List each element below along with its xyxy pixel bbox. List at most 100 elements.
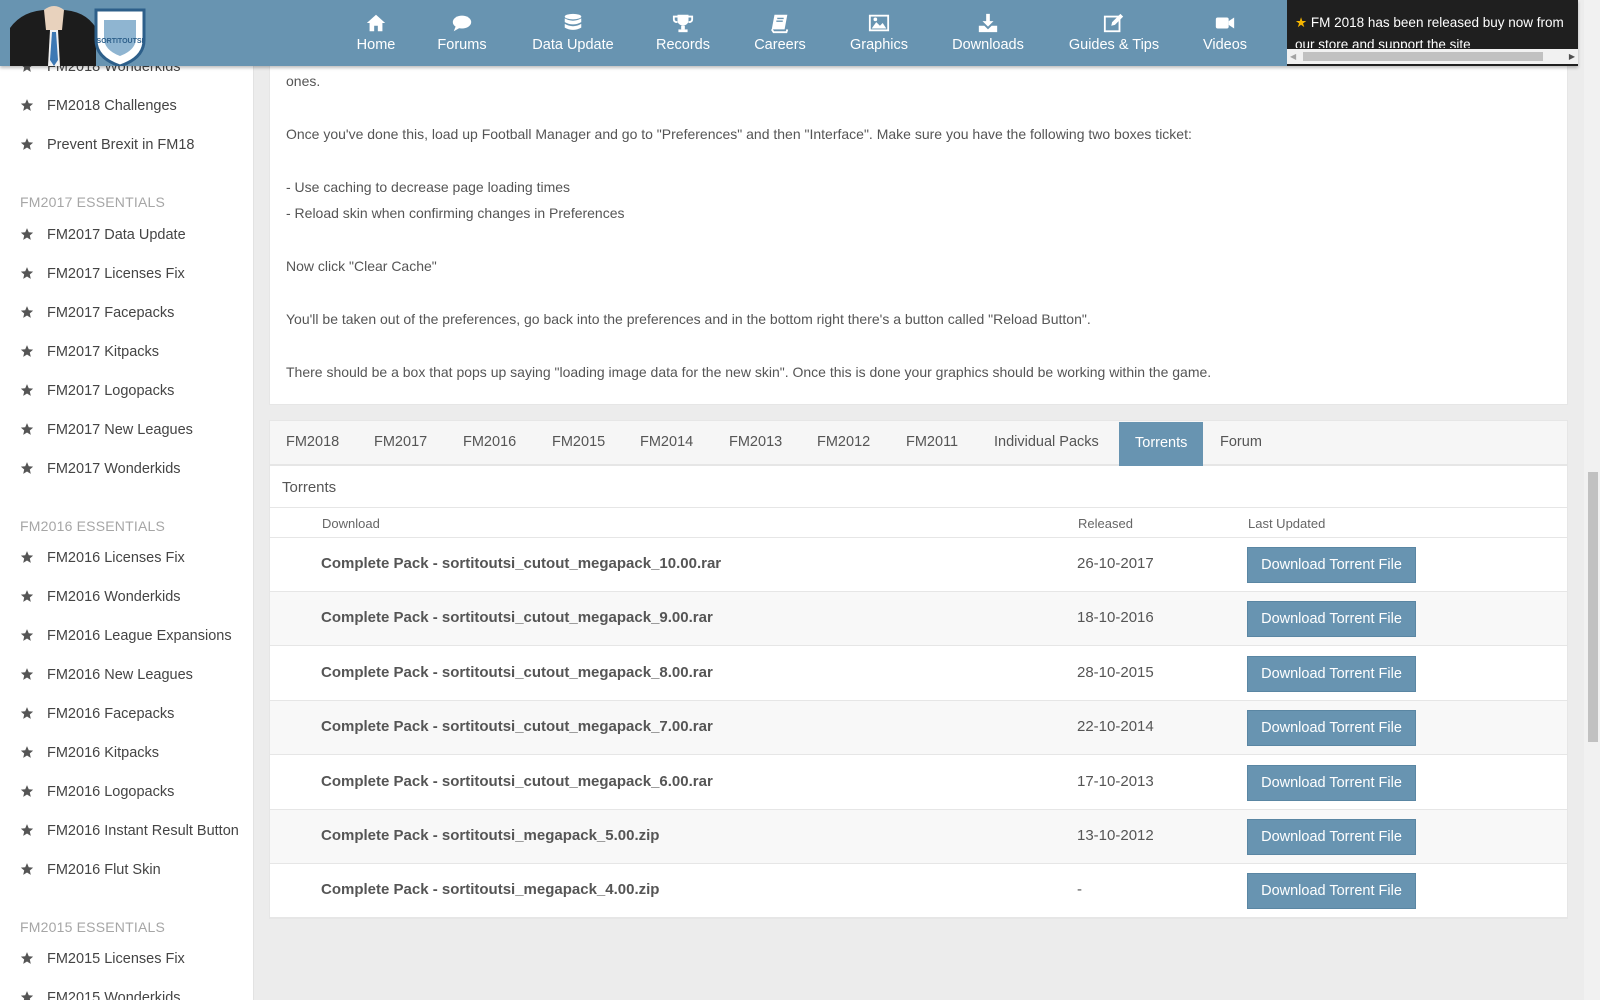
video-camera-icon [1215, 17, 1235, 29]
scrollbar-thumb[interactable] [1303, 52, 1543, 61]
sidebar-item-label: FM2016 Flut Skin [47, 862, 161, 878]
download-torrent-button[interactable]: Download Torrent File [1247, 601, 1416, 638]
star-icon [20, 228, 34, 240]
sidebar-item-fm2018-challenges[interactable]: FM2018 Challenges [0, 87, 253, 125]
star-icon [20, 267, 34, 279]
sidebar-item-label: FM2016 League Expansions [47, 628, 232, 644]
column-header-released: Released [1078, 516, 1133, 531]
sidebar-item-prevent-brexit[interactable]: Prevent Brexit in FM18 [0, 126, 253, 164]
comments-icon [452, 15, 472, 32]
sidebar-item[interactable]: FM2016 League Expansions [0, 617, 253, 655]
download-torrent-button[interactable]: Download Torrent File [1247, 764, 1416, 801]
table-row: Complete Pack - sortitoutsi_megapack_4.0… [270, 864, 1567, 919]
article-paragraph: There should be a box that pops up sayin… [286, 364, 1212, 380]
news-ticker-text[interactable]: FM 2018 has been released buy now from o… [1295, 15, 1564, 48]
table-row: Complete Pack - sortitoutsi_cutout_megap… [270, 592, 1567, 647]
star-icon [20, 423, 34, 435]
nav-home[interactable]: Home [346, 0, 406, 66]
sidebar-item[interactable]: FM2015 Licenses Fix [0, 940, 253, 978]
sidebar-item[interactable]: FM2016 Wonderkids [0, 578, 253, 616]
tab-fm2017[interactable]: FM2017 [358, 421, 443, 466]
release-date: - [1077, 881, 1082, 899]
sidebar-item[interactable]: FM2016 Logopacks [0, 773, 253, 811]
article-paragraph: ones. [286, 73, 321, 89]
download-torrent-button[interactable]: Download Torrent File [1247, 873, 1416, 910]
tab-fm2018[interactable]: FM2018 [270, 421, 355, 466]
nav-data-update[interactable]: Data Update [525, 0, 621, 66]
star-icon [20, 138, 34, 150]
sidebar-item[interactable]: FM2016 Flut Skin [0, 851, 253, 889]
nav-careers[interactable]: Careers [748, 0, 812, 66]
news-ticker-scrollbar[interactable]: ◀ ▶ [1287, 49, 1578, 64]
star-icon [20, 345, 34, 357]
sidebar-item[interactable]: FM2016 Instant Result Button [0, 812, 253, 850]
sidebar: FM2018 Wonderkids FM2018 Challenges Prev… [0, 0, 254, 1000]
download-torrent-button[interactable]: Download Torrent File [1247, 547, 1416, 583]
sidebar-item[interactable]: FM2017 Logopacks [0, 372, 253, 410]
sidebar-item[interactable]: FM2016 New Leagues [0, 656, 253, 694]
sidebar-item-label: FM2016 Instant Result Button [47, 823, 239, 839]
tab-fm2016[interactable]: FM2016 [447, 421, 532, 466]
nav-graphics[interactable]: Graphics [846, 0, 912, 66]
tab-bar: FM2018 FM2017 FM2016 FM2015 FM2014 FM2013 FM20… [270, 421, 1567, 466]
tab-fm2015[interactable]: FM2015 [536, 421, 621, 466]
tab-individual-packs[interactable]: Individual Packs [978, 421, 1115, 466]
sidebar-item[interactable]: FM2016 Facepacks [0, 695, 253, 733]
star-icon [20, 306, 34, 318]
file-name: Complete Pack - sortitoutsi_cutout_megap… [321, 663, 713, 681]
download-torrent-button[interactable]: Download Torrent File [1247, 655, 1416, 692]
star-icon [20, 551, 34, 563]
article-paragraph: Now click "Clear Cache" [286, 258, 437, 274]
nav-downloads[interactable]: Downloads [948, 0, 1028, 66]
tab-fm2014[interactable]: FM2014 [624, 421, 709, 466]
file-name: Complete Pack - sortitoutsi_cutout_megap… [321, 772, 713, 790]
article-paragraph: Once you've done this, load up Football … [286, 126, 1192, 142]
svg-text:SORTITOUTSI: SORTITOUTSI [97, 38, 144, 45]
site-logo[interactable]: SORTITOUTSI [4, 0, 146, 68]
release-date: 22-10-2014 [1077, 718, 1154, 736]
sidebar-item-label: FM2017 Kitpacks [47, 344, 160, 360]
sidebar-item[interactable]: FM2017 New Leagues [0, 411, 253, 449]
sidebar-item[interactable]: FM2017 Data Update [0, 216, 253, 254]
article-paragraph: - Reload skin when confirming changes in… [286, 205, 625, 221]
tab-fm2012[interactable]: FM2012 [801, 421, 886, 466]
sidebar-item[interactable]: FM2017 Licenses Fix [0, 255, 253, 293]
nav-guides-tips[interactable]: Guides & Tips [1066, 0, 1162, 66]
tab-forum[interactable]: Forum [1204, 421, 1278, 466]
table-row: Complete Pack - sortitoutsi_megapack_5.0… [270, 810, 1567, 864]
star-icon [20, 590, 34, 602]
top-navigation-bar: SORTITOUTSI Home Forums Data Update Reco… [0, 0, 1578, 68]
sidebar-item[interactable]: FM2016 Licenses Fix [0, 539, 253, 577]
release-date: 26-10-2017 [1077, 555, 1154, 572]
sidebar-item[interactable]: FM2015 Wonderkids [0, 979, 253, 1000]
scroll-left-icon[interactable]: ◀ [1290, 52, 1296, 61]
sidebar-item[interactable]: FM2017 Kitpacks [0, 333, 253, 371]
page-scrollbar[interactable] [1584, 0, 1600, 1000]
sidebar-item[interactable]: FM2016 Kitpacks [0, 734, 253, 772]
nav-records[interactable]: Records [652, 0, 714, 66]
release-date: 17-10-2013 [1077, 772, 1154, 790]
sidebar-item-label: FM2016 Licenses Fix [47, 550, 185, 566]
sidebar-item[interactable]: FM2017 Facepacks [0, 294, 253, 332]
table-row: Complete Pack - sortitoutsi_cutout_megap… [270, 647, 1567, 701]
scrollbar-thumb[interactable] [1588, 472, 1598, 742]
downloads-tabs-panel: FM2018 FM2017 FM2016 FM2015 FM2014 FM2013 FM20… [269, 420, 1568, 919]
star-icon [20, 629, 34, 641]
star-icon [20, 746, 34, 758]
home-icon [366, 14, 386, 32]
nav-forums[interactable]: Forums [432, 0, 492, 66]
sidebar-item[interactable]: FM2017 Wonderkids [0, 450, 253, 488]
sidebar-section-fm2017: FM2017 ESSENTIALS [20, 194, 166, 210]
tab-fm2011[interactable]: FM2011 [890, 421, 974, 466]
tab-torrents[interactable]: Torrents [1119, 422, 1204, 466]
sidebar-item-label: FM2016 Logopacks [47, 784, 175, 800]
star-icon [20, 707, 34, 719]
logo-icon: SORTITOUTSI [4, 0, 146, 68]
nav-videos[interactable]: Videos [1195, 0, 1255, 66]
tab-fm2013[interactable]: FM2013 [713, 421, 798, 466]
download-torrent-button[interactable]: Download Torrent File [1247, 819, 1416, 855]
star-icon [20, 384, 34, 396]
download-torrent-button[interactable]: Download Torrent File [1247, 710, 1416, 747]
sidebar-item-label: FM2016 Kitpacks [47, 745, 160, 761]
scroll-right-icon[interactable]: ▶ [1569, 52, 1575, 61]
